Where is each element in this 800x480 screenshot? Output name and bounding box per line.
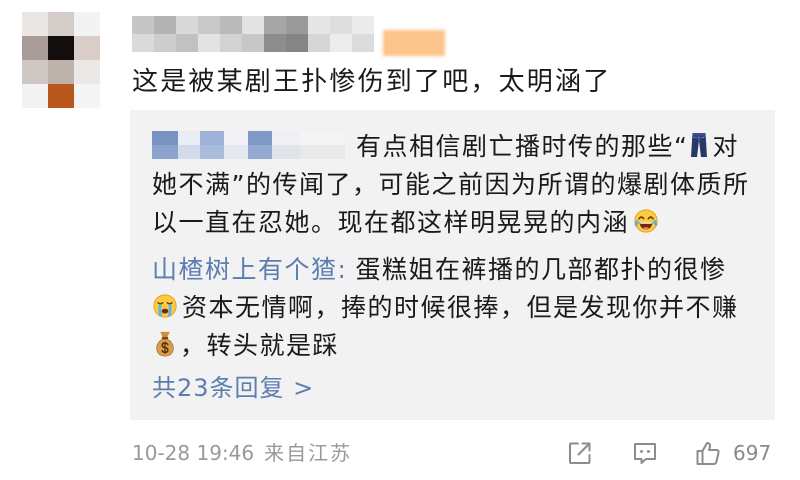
reply-box[interactable]: 有点相信剧亡播时传的那些“ 对 她不满”的传闻了，可能之前因为所谓的爆剧体质所 … [130,110,775,420]
mosaic-tile [48,36,74,60]
share-button[interactable] [566,439,594,467]
mosaic-tile [286,34,308,52]
reply-text: 有点相信剧亡播时传的那些“ [356,132,689,161]
mosaic-tile [132,34,154,52]
mosaic-tile [308,16,330,34]
like-icon [696,442,720,465]
mosaic-tile [300,145,345,159]
mosaic-tile [48,84,74,108]
mosaic-tile [308,34,330,52]
mosaic-tile [220,16,242,34]
location-source: 来自江苏 [264,441,353,465]
comment-text: 这是被某剧王扑惨伤到了吧，太明涵了 [132,67,612,97]
mosaic-tile [198,16,220,34]
mosaic-tile [300,131,345,145]
mosaic-tile [22,84,48,108]
mosaic-tile [248,131,272,145]
comment-icon [634,443,656,464]
mosaic-tile [330,16,352,34]
reply-line: 她不满”的传闻了，可能之前因为所谓的爆剧体质所 [152,164,775,202]
mosaic-tile [152,145,178,159]
comment-meta: 10-28 19:46 来自江苏 [132,441,352,465]
comment-button[interactable] [631,439,659,467]
mosaic-tile [224,145,248,159]
jeans-icon [691,133,708,157]
mosaic-tile [132,16,154,34]
mosaic-tile [178,145,200,159]
mosaic-tile [330,34,352,52]
like-button[interactable]: 697 [694,439,771,467]
mosaic-tile [154,34,176,52]
mosaic-tile [264,16,286,34]
mosaic-tile [200,131,224,145]
mosaic-tile [22,36,48,60]
reply-text: 她不满”的传闻了，可能之前因为所谓的爆剧体质所 [152,170,750,199]
mosaic-tile [48,60,74,84]
like-count: 697 [733,441,772,465]
reply-text: ，转头就是踩 [180,331,340,360]
reply-line: 以一直在忍她。现在都这样明晃晃的内涵 [152,202,775,240]
comment-page: { "comment": { "text": "这是被某剧王扑惨伤到了吧，太明涵… [0,0,800,480]
mosaic-tile [352,34,374,52]
avatar[interactable] [22,12,100,108]
reply-text: 资本无情啊，捧的时候很捧，但是发现你并不赚 [182,293,739,322]
mosaic-tile [248,145,272,159]
timestamp: 10-28 19:46 [132,441,255,465]
mosaic-tile [220,34,242,52]
mosaic-tile [178,131,200,145]
reply-line: ，转头就是踩 [152,325,775,363]
username-pixelated[interactable] [132,8,448,58]
mosaic-tile [286,16,308,34]
laughing-tears-icon [634,209,658,233]
mosaic-tile [152,131,178,145]
mosaic-tile [22,60,48,84]
reply-item[interactable]: 山楂树上有个猹: 蛋糕姐在裤播的几部都扑的很惨 资本无情啊，捧的时候很捧，但是发… [152,249,775,363]
mosaic-tile [242,16,264,34]
reply-author-pixelated[interactable] [152,131,345,159]
reply-line: 有点相信剧亡播时传的那些“ 对 [152,126,775,164]
mosaic-tile [74,12,100,36]
mosaic-tile [352,16,374,34]
mosaic-tile [176,34,198,52]
reply-text: 对 [712,132,739,161]
mosaic-tile [272,131,300,145]
more-replies-link[interactable]: 共23条回复 > [152,369,314,407]
mosaic-tile [74,60,100,84]
mosaic-tile [154,16,176,34]
mosaic-tile [74,36,100,60]
reply-text: 蛋糕姐在裤播的几部都扑的很惨 [355,255,727,284]
mosaic-tile [272,145,300,159]
reply-line: 资本无情啊，捧的时候很捧，但是发现你并不赚 [152,287,775,325]
reply-text: 以一直在忍她。现在都这样明晃晃的内涵 [152,208,630,237]
mosaic-tile [22,12,48,36]
money-bag-icon [156,331,174,357]
mosaic-tile [48,12,74,36]
mosaic-tile [224,131,248,145]
mosaic-tile [200,145,224,159]
reply-author-link[interactable]: 山楂树上有个猹: [152,250,347,286]
mosaic-tile [198,34,220,52]
crying-face-icon [153,294,177,318]
reply-item[interactable]: 有点相信剧亡播时传的那些“ 对 她不满”的传闻了，可能之前因为所谓的爆剧体质所 … [152,126,775,240]
mosaic-tile [264,34,286,52]
reply-line: 山楂树上有个猹: 蛋糕姐在裤播的几部都扑的很惨 [152,249,775,287]
user-badge-pixelated [383,30,445,56]
mosaic-tile [242,34,264,52]
mosaic-tile [74,84,100,108]
share-icon [569,442,591,464]
mosaic-tile [176,16,198,34]
